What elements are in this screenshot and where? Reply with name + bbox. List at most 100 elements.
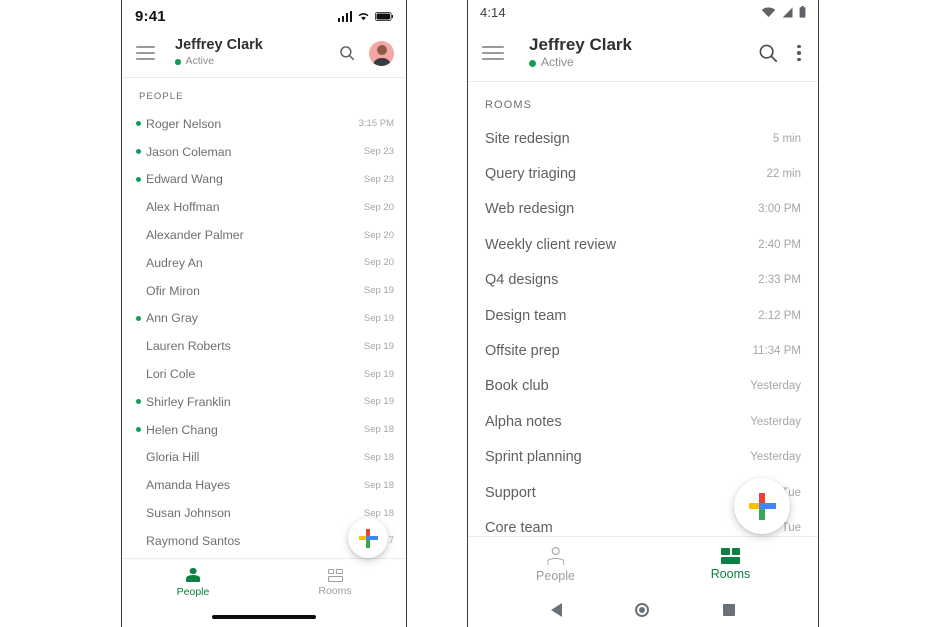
rooms-list[interactable]: Site redesign 5 min Query triaging 22 min We… (468, 121, 818, 536)
online-indicator (136, 149, 146, 155)
list-item-title: Shirley Franklin (146, 394, 231, 409)
list-item[interactable]: Roger Nelson 3:15 PM (122, 110, 406, 138)
tab-rooms[interactable]: Rooms (264, 559, 406, 606)
list-item[interactable]: Lauren Roberts Sep 19 (122, 332, 406, 360)
left-app-bar: Jeffrey Clark Active (122, 29, 406, 77)
presence-status: Active (175, 55, 338, 69)
list-item[interactable]: Ofir Miron Sep 19 (122, 277, 406, 305)
list-item[interactable]: Ann Gray Sep 19 (122, 305, 406, 333)
home-indicator[interactable] (212, 615, 316, 619)
list-item-timestamp: 5 min (772, 132, 801, 145)
back-triangle-icon[interactable] (550, 603, 562, 617)
tab-rooms[interactable]: Rooms (643, 537, 818, 592)
compose-fab-button[interactable] (348, 518, 388, 558)
tab-rooms-label: Rooms (710, 567, 751, 581)
person-icon (546, 546, 565, 566)
list-item[interactable]: Audrey An Sep 20 (122, 249, 406, 277)
list-item[interactable]: Amanda Hayes Sep 18 (122, 471, 406, 499)
list-item-timestamp: 3:00 PM (758, 203, 801, 216)
list-item-timestamp: Yesterday (750, 380, 801, 393)
list-item[interactable]: Gloria Hill Sep 18 (122, 444, 406, 472)
more-vertical-icon[interactable] (793, 43, 805, 64)
status-clock: 9:41 (135, 7, 166, 25)
avatar[interactable] (369, 40, 394, 66)
list-item-title: Site redesign (485, 130, 570, 147)
list-item-title: Jason Coleman (146, 144, 232, 159)
list-item-timestamp: Sep 18 (363, 424, 394, 436)
right-title-block: Jeffrey Clark Active (529, 35, 757, 71)
list-item[interactable]: Jason Coleman Sep 23 (122, 138, 406, 166)
online-indicator (136, 427, 146, 433)
list-item[interactable]: Q4 designs 2:33 PM (468, 263, 818, 298)
list-item-title: Lori Cole (146, 367, 196, 382)
right-screen: 4:14 Jeffrey Clark Active ROOMS Site red… (468, 0, 818, 627)
presence-label: Active (541, 55, 574, 70)
list-item[interactable]: Site redesign 5 min (468, 121, 818, 156)
compose-fab-button[interactable] (734, 478, 790, 534)
section-header-people: PEOPLE (139, 91, 184, 102)
list-item-timestamp: Sep 18 (363, 451, 394, 463)
list-item[interactable]: Book club Yesterday (468, 369, 818, 404)
list-item[interactable]: Design team 2:12 PM (468, 298, 818, 333)
list-item[interactable]: Edward Wang Sep 23 (122, 166, 406, 194)
list-item-timestamp: 11:34 PM (752, 345, 801, 358)
online-indicator (136, 315, 146, 321)
list-item-title: Susan Johnson (146, 506, 231, 521)
tab-people-label: People (536, 568, 575, 583)
online-dot-icon (136, 176, 141, 182)
list-item[interactable]: Query triaging 22 min (468, 156, 818, 191)
list-item[interactable]: Sprint planning Yesterday (468, 440, 818, 475)
presence-status: Active (529, 55, 757, 71)
list-item-title: Weekly client review (485, 236, 617, 253)
list-item-title: Alpha notes (485, 413, 562, 430)
list-item-title: Q4 designs (485, 272, 559, 289)
search-icon[interactable] (757, 42, 779, 64)
online-dot-icon (175, 59, 181, 65)
recents-square-icon[interactable] (723, 604, 736, 616)
search-icon[interactable] (338, 44, 356, 62)
list-item-title: Ofir Miron (146, 283, 200, 298)
right-bottom-nav: People Rooms (468, 536, 818, 592)
right-appbar-actions (757, 42, 805, 64)
list-item[interactable]: Shirley Franklin Sep 19 (122, 388, 406, 416)
list-item[interactable]: Lori Cole Sep 19 (122, 360, 406, 388)
hamburger-menu-icon[interactable] (136, 46, 155, 60)
wifi-icon (358, 13, 369, 21)
list-item-timestamp: Yesterday (750, 451, 801, 464)
people-list[interactable]: Roger Nelson 3:15 PM Jason Coleman Sep 23 Ed… (122, 110, 406, 558)
list-item-title: Ann Gray (146, 311, 198, 326)
list-item-title: Gloria Hill (146, 450, 200, 465)
list-item[interactable]: Offsite prep 11:34 PM (468, 333, 818, 368)
list-item[interactable]: Alex Hoffman Sep 20 (122, 193, 406, 221)
right-app-bar: Jeffrey Clark Active (468, 25, 818, 81)
tab-people[interactable]: People (468, 537, 643, 592)
list-item[interactable]: Helen Chang Sep 18 (122, 416, 406, 444)
list-item-timestamp: Sep 19 (363, 285, 394, 297)
list-item[interactable]: Web redesign 3:00 PM (468, 192, 818, 227)
left-title-block: Jeffrey Clark Active (175, 37, 338, 68)
home-circle-icon[interactable] (635, 603, 650, 617)
list-item-title: Query triaging (485, 166, 577, 183)
list-item-title: Alex Hoffman (146, 200, 220, 215)
right-status-bar: 4:14 (468, 0, 818, 25)
list-item-timestamp: Sep 19 (363, 396, 394, 408)
list-item[interactable]: Alexander Palmer Sep 20 (122, 221, 406, 249)
list-item-title: Sprint planning (485, 449, 582, 466)
list-item-timestamp: Yesterday (750, 415, 801, 428)
list-item-title: Alexander Palmer (146, 228, 244, 243)
tab-people[interactable]: People (122, 559, 264, 606)
online-dot-icon (136, 399, 141, 405)
online-indicator (136, 399, 146, 405)
list-item-timestamp: Sep 18 (363, 507, 394, 519)
hamburger-menu-icon[interactable] (482, 46, 504, 60)
list-item-timestamp: 2:40 PM (758, 238, 801, 251)
online-indicator (136, 176, 146, 182)
list-item[interactable]: Alpha notes Yesterday (468, 404, 818, 439)
list-item-timestamp: Sep 19 (363, 368, 394, 380)
list-item[interactable]: Weekly client review 2:40 PM (468, 227, 818, 262)
battery-icon (799, 6, 806, 18)
phone-right: 4:14 Jeffrey Clark Active ROOMS Site red… (467, 0, 819, 627)
cellular-bars-icon (337, 10, 352, 22)
android-system-nav (468, 592, 818, 627)
left-status-bar: 9:41 (122, 0, 406, 29)
